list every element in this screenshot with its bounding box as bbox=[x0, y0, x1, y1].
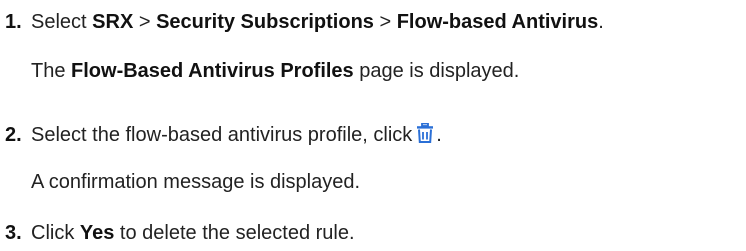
path-separator: > bbox=[373, 11, 397, 33]
result-text-part: The bbox=[31, 60, 72, 82]
menu-path-srx: SRX bbox=[92, 11, 134, 33]
step-number: 3. bbox=[5, 222, 22, 244]
step-2-result: A confirmation message is displayed. bbox=[31, 172, 360, 192]
button-name-yes: Yes bbox=[79, 222, 115, 244]
step-2: 2. Select the flow-based antivirus profil… bbox=[0, 122, 442, 147]
step-2-text-part: Select the flow-based antivirus profile,… bbox=[31, 124, 413, 146]
menu-path-security-subscriptions: Security Subscriptions bbox=[156, 11, 374, 33]
step-1-result: The Flow-Based Antivirus Profiles page i… bbox=[31, 61, 519, 81]
page-name-flow-based-antivirus-profiles: Flow-Based Antivirus Profiles bbox=[71, 60, 354, 82]
step-1-text-end: . bbox=[598, 11, 604, 33]
step-1-text-part: Select bbox=[31, 11, 93, 33]
step-number: 1. bbox=[5, 11, 22, 33]
step-2-text-end: . bbox=[436, 124, 442, 146]
step-3-text-part: Click bbox=[31, 222, 80, 244]
result-text-end: page is displayed. bbox=[353, 60, 520, 82]
step-1: 1. Select SRX > Security Subscriptions > … bbox=[0, 12, 604, 32]
menu-path-flow-based-antivirus: Flow-based Antivirus bbox=[396, 11, 599, 33]
step-3: 3. Click Yes to delete the selected rule. bbox=[0, 223, 355, 243]
step-text: Select SRX > Security Subscriptions > Fl… bbox=[31, 12, 604, 32]
step-text: Click Yes to delete the selected rule. bbox=[31, 223, 355, 243]
result-text: A confirmation message is displayed. bbox=[31, 171, 361, 193]
step-text: Select the flow-based antivirus profile,… bbox=[31, 122, 442, 147]
step-number: 2. bbox=[5, 124, 22, 146]
path-separator: > bbox=[133, 11, 157, 33]
step-3-text-end: to delete the selected rule. bbox=[114, 222, 355, 244]
trash-icon bbox=[416, 122, 434, 147]
procedure-document: 1. Select SRX > Security Subscriptions > … bbox=[0, 0, 746, 251]
